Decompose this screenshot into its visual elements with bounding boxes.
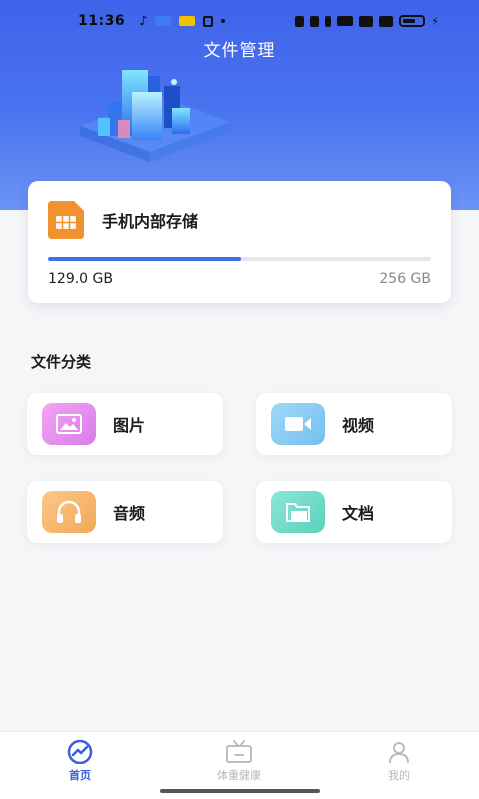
signal-5g-icon bbox=[359, 15, 374, 27]
home-chart-icon bbox=[35, 740, 125, 764]
header-banner: 11:36 ♪ ⚡ 文件管理 bbox=[0, 0, 479, 210]
tab-label: 首页 bbox=[69, 769, 91, 782]
user-icon bbox=[354, 740, 444, 764]
tab-label: 我的 bbox=[388, 769, 410, 782]
category-label: 图片 bbox=[113, 416, 146, 435]
tab-label: 体重健康 bbox=[217, 769, 261, 782]
storage-progress-fill bbox=[48, 257, 242, 261]
nfc-icon bbox=[295, 15, 305, 27]
internal-storage-card[interactable]: 手机内部存储 129.0 GB 256 GB bbox=[28, 181, 451, 303]
storage-total: 256 GB bbox=[379, 271, 431, 287]
tiktok-icon: ♪ bbox=[139, 13, 148, 29]
category-videos[interactable]: 视频 bbox=[256, 393, 452, 455]
app-badge-icon bbox=[179, 16, 196, 26]
city-illustration bbox=[80, 70, 230, 162]
category-label: 文档 bbox=[342, 504, 375, 523]
page-title: 文件管理 bbox=[203, 41, 276, 61]
home-indicator[interactable] bbox=[160, 789, 320, 793]
category-audio[interactable]: 音频 bbox=[27, 481, 223, 543]
section-title-categories: 文件分类 bbox=[31, 353, 92, 371]
dot-icon bbox=[221, 19, 226, 23]
signal-4g-icon bbox=[379, 15, 394, 27]
hd-icon bbox=[337, 16, 354, 26]
status-notification-icons: ♪ bbox=[139, 13, 226, 29]
battery-icon bbox=[399, 15, 426, 27]
status-time: 11:36 bbox=[78, 13, 126, 29]
tab-mine[interactable]: 我的 bbox=[354, 740, 444, 783]
app-square-icon bbox=[203, 15, 214, 27]
video-icon bbox=[271, 403, 325, 445]
sd-card-icon bbox=[48, 201, 84, 239]
tab-weight-health[interactable]: 体重健康 bbox=[194, 740, 284, 783]
folder-icon bbox=[271, 491, 325, 533]
image-icon bbox=[42, 403, 96, 445]
tab-home[interactable]: 首页 bbox=[35, 740, 125, 783]
zhihu-icon bbox=[155, 16, 172, 26]
category-images[interactable]: 图片 bbox=[27, 393, 223, 455]
bluetooth-icon bbox=[325, 15, 332, 27]
headphones-icon bbox=[42, 491, 96, 533]
storage-used: 129.0 GB bbox=[48, 271, 113, 287]
category-label: 视频 bbox=[342, 416, 375, 435]
status-system-icons: ⚡ bbox=[295, 15, 439, 28]
category-label: 音频 bbox=[113, 504, 146, 523]
mute-icon bbox=[310, 15, 320, 27]
charging-icon: ⚡ bbox=[431, 14, 439, 28]
category-documents[interactable]: 文档 bbox=[256, 481, 452, 543]
storage-name: 手机内部存储 bbox=[102, 212, 199, 231]
storage-progress-bar bbox=[48, 257, 431, 261]
tv-icon bbox=[194, 740, 284, 764]
